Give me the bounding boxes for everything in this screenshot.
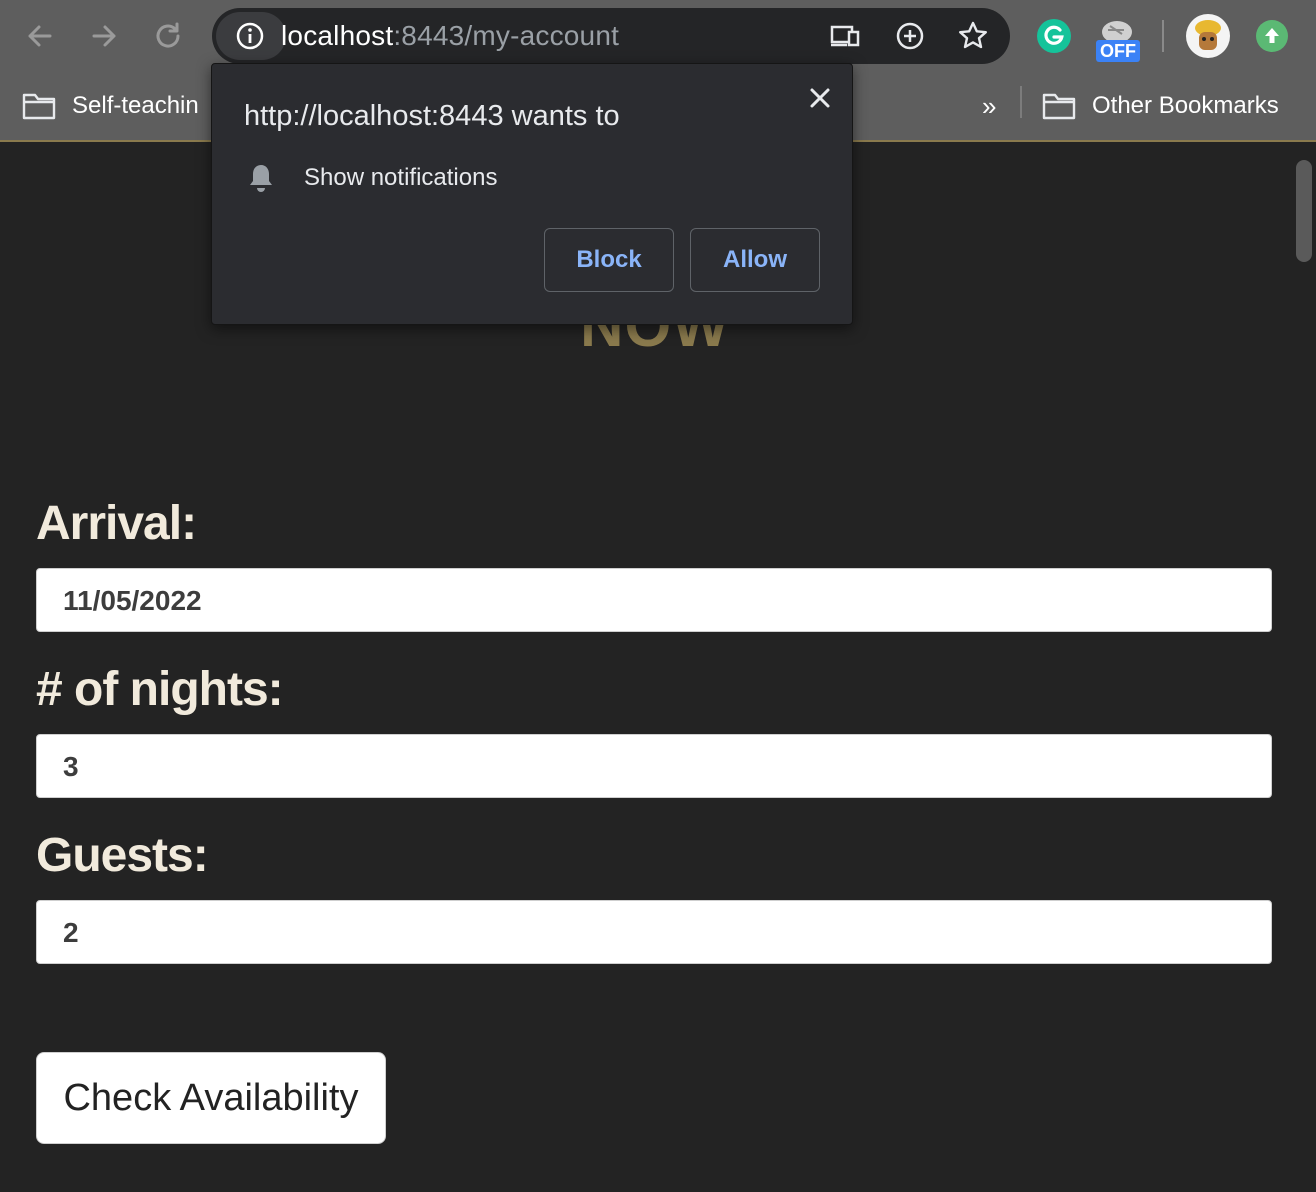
allow-button[interactable]: Allow <box>690 228 820 292</box>
avatar-icon[interactable] <box>1186 14 1230 58</box>
arrival-date-input[interactable]: 11/05/2022 <box>36 568 1272 632</box>
bookmark-label: Self-teachin <box>72 92 199 119</box>
extension-off-icon[interactable]: OFF <box>1096 16 1142 64</box>
bell-icon <box>250 165 272 192</box>
site-info-button[interactable] <box>216 12 286 60</box>
popup-title: http://localhost:8443 wants to <box>244 100 620 132</box>
page-scrollbar-thumb[interactable] <box>1296 160 1312 262</box>
nights-value: 3 <box>63 751 79 782</box>
update-icon[interactable] <box>1256 20 1288 52</box>
bookmarks-overflow-button[interactable]: » <box>982 84 996 128</box>
forward-icon[interactable] <box>86 18 122 54</box>
block-button[interactable]: Block <box>544 228 674 292</box>
guests-label: Guests: <box>36 829 209 882</box>
zoom-icon[interactable] <box>894 20 926 52</box>
folder-icon <box>22 93 56 120</box>
permission-row: Show notifications <box>246 158 497 198</box>
cast-icon[interactable] <box>829 20 861 52</box>
folder-icon <box>1042 93 1076 120</box>
back-icon[interactable] <box>22 18 58 54</box>
nights-input[interactable]: 3 <box>36 734 1272 798</box>
url-host: localhost <box>281 20 394 51</box>
guests-input[interactable]: 2 <box>36 900 1272 964</box>
check-availability-button[interactable]: Check Availability <box>36 1052 386 1144</box>
nights-label: # of nights: <box>36 663 284 716</box>
address-bar[interactable]: localhost:8443/my-account <box>212 8 1010 64</box>
star-icon[interactable] <box>957 20 989 52</box>
url-path: :8443/my-account <box>393 20 620 51</box>
bookmark-label: Other Bookmarks <box>1092 92 1279 119</box>
arrival-label: Arrival: <box>36 497 197 550</box>
arrival-value: 11/05/2022 <box>63 585 202 616</box>
browser-toolbar: localhost:8443/my-account OFF <box>0 0 1316 72</box>
reload-icon[interactable] <box>150 18 186 54</box>
bookmarks-divider <box>1020 86 1022 118</box>
toolbar-divider <box>1162 20 1164 52</box>
grammarly-icon[interactable] <box>1036 18 1072 54</box>
info-icon <box>236 22 264 50</box>
bookmark-folder-self-teaching[interactable]: Self-teachin <box>22 84 199 128</box>
close-icon[interactable] <box>806 84 834 112</box>
off-badge: OFF <box>1096 40 1140 62</box>
notification-permission-popup: http://localhost:8443 wants to Show noti… <box>211 63 853 325</box>
guests-value: 2 <box>63 917 79 948</box>
url-text: localhost:8443/my-account <box>281 18 619 54</box>
bookmark-folder-other[interactable]: Other Bookmarks <box>1042 84 1279 128</box>
permission-text: Show notifications <box>304 164 498 191</box>
